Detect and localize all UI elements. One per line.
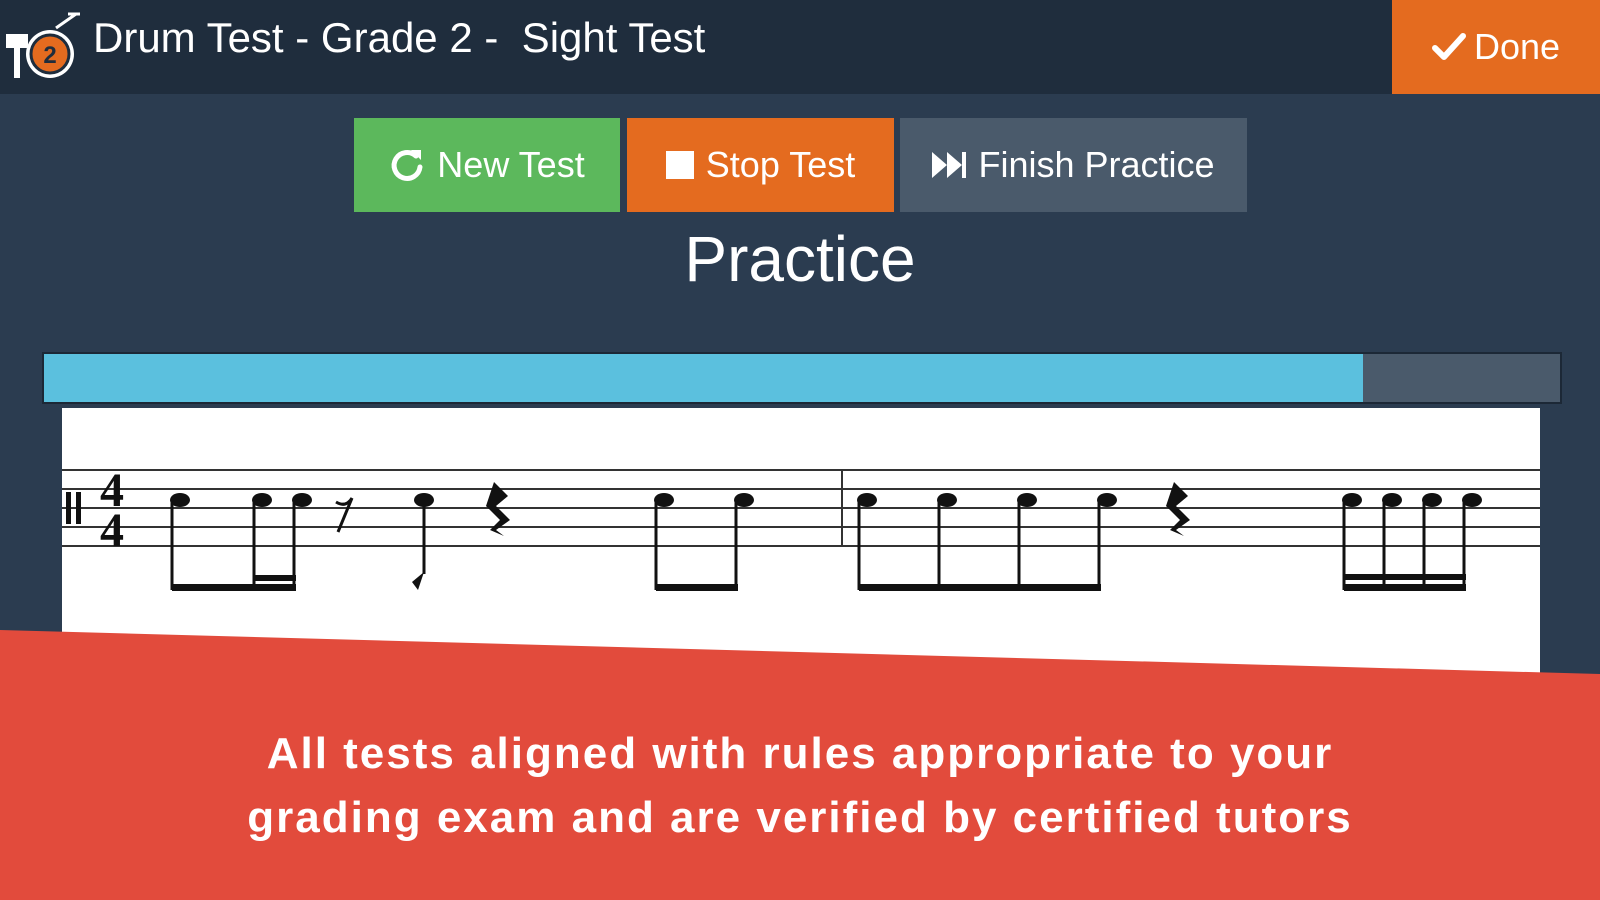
stop-test-button[interactable]: Stop Test <box>627 118 894 212</box>
new-test-button[interactable]: New Test <box>354 118 620 212</box>
progress-bar-fill <box>44 354 1363 402</box>
done-button-label: Done <box>1473 26 1561 67</box>
drum-grade-icon: 2 <box>6 12 80 78</box>
fast-forward-icon <box>932 150 967 180</box>
new-test-label: New Test <box>437 144 585 185</box>
top-bar: 2 Drum Test - Grade 2 - Sight Test <box>0 0 1600 94</box>
banner-line-1: All tests aligned with rules appropriate… <box>266 729 1334 778</box>
section-title: Practice <box>684 223 916 295</box>
checkmark-icon <box>1431 32 1466 62</box>
banner-line-2: grading exam and are verified by certifi… <box>247 793 1353 842</box>
finish-practice-button[interactable]: Finish Practice <box>900 118 1247 212</box>
stop-square-icon <box>665 151 694 179</box>
done-button[interactable]: Done <box>1392 0 1600 94</box>
grade-badge-number: 2 <box>43 42 56 69</box>
finish-practice-label: Finish Practice <box>978 144 1215 185</box>
notes-measure-2 <box>857 482 1482 591</box>
progress-bar <box>44 354 1560 402</box>
notes-measure-1 <box>170 482 754 591</box>
banner-text: All tests aligned with rules appropriate… <box>0 722 1600 850</box>
time-signature-bottom: 4 <box>100 504 124 557</box>
stop-test-label: Stop Test <box>705 144 856 185</box>
page-title: Drum Test - Grade 2 - Sight Test <box>93 14 706 61</box>
refresh-icon <box>389 147 425 183</box>
